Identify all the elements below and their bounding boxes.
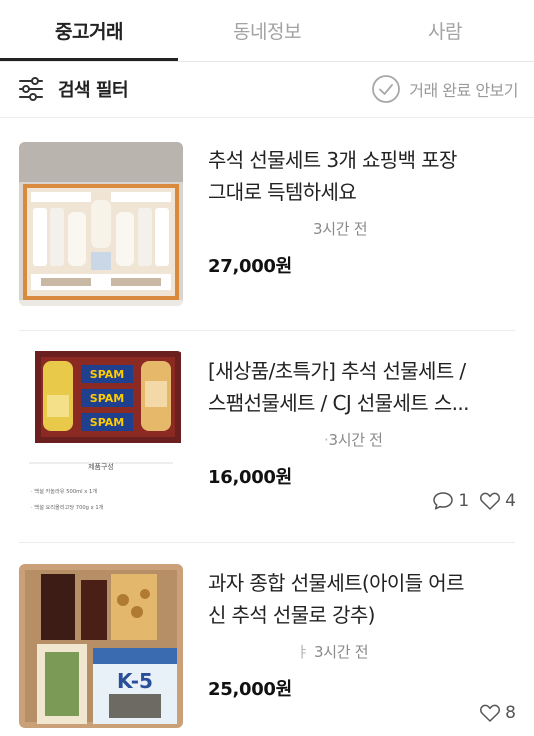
like-count-value: 8 (505, 703, 516, 723)
item-title-line: 그대로 득템하세요 (208, 180, 357, 204)
item-title: 추석 선물세트 3개 쇼핑백 포장 그대로 득템하세요 (208, 144, 518, 208)
tab-label: 동네정보 (233, 21, 301, 43)
item-price: 16,000원 (208, 467, 292, 488)
list-item[interactable]: K-5 과자 종합 선물세트(아이들 어르 신 추석 선물로 강추) ㅑ 3시간… (0, 543, 534, 736)
item-price: 25,000원 (208, 679, 292, 700)
components-line: · 백설 요리올리고당 700g x 1개 (31, 503, 104, 511)
item-time-text: 3시간 전 (328, 431, 383, 449)
tab-label: 사람 (428, 21, 462, 43)
product-thumbnail: SPAM SPAM SPAM 제품구성 · 백설 카놀라유 500ml x 1개… (19, 351, 183, 515)
filter-bar: 검색 필터 거래 완료 안보기 (0, 62, 534, 118)
item-time: ·3시간 전 (324, 429, 383, 450)
like-count-value: 4 (505, 491, 516, 511)
item-title-line: 신 추석 선물로 강추) (208, 603, 375, 627)
spam-brand: SPAM (90, 368, 124, 381)
product-thumbnail (19, 142, 183, 306)
comment-count-value: 1 (458, 491, 470, 511)
search-filter-label: 검색 필터 (58, 80, 129, 101)
item-title-line: [새상품/초특가] 추석 선물세트 / (208, 359, 466, 383)
heart-icon (480, 492, 501, 510)
item-time-text: 3시간 전 (313, 220, 368, 238)
item-title-line: 과자 종합 선물세트(아이들 어르 (208, 571, 464, 595)
tab-neighborhood-info[interactable]: 동네정보 (178, 0, 356, 61)
item-title: 과자 종합 선물세트(아이들 어르 신 추석 선물로 강추) (208, 567, 518, 631)
k5-box-label: K-5 (117, 669, 153, 693)
time-prefix: ㅑ (296, 643, 310, 661)
spam-brand: SPAM (90, 392, 124, 405)
item-stats: 8 (469, 703, 516, 723)
tab-bar: 중고거래 동네정보 사람 (0, 0, 534, 62)
item-stats: 1 4 (422, 491, 516, 511)
like-count: 8 (479, 703, 516, 723)
like-count: 4 (479, 491, 516, 511)
tab-used-trade[interactable]: 중고거래 (0, 0, 178, 61)
item-time: 3시간 전 (313, 218, 368, 239)
item-title: [새상품/초특가] 추석 선물세트 / 스팸선물세트 / CJ 선물세트 스..… (208, 355, 518, 419)
product-thumbnail: K-5 (19, 564, 183, 728)
hide-completed-toggle[interactable]: 거래 완료 안보기 (371, 74, 518, 104)
hide-completed-label: 거래 완료 안보기 (409, 81, 518, 100)
circle-check-icon (371, 74, 401, 104)
components-caption: 제품구성 (88, 462, 114, 471)
tab-people[interactable]: 사람 (356, 0, 534, 61)
components-line: · 백설 카놀라유 500ml x 1개 (31, 487, 97, 495)
item-time: ㅑ 3시간 전 (296, 641, 369, 662)
item-title-line: 추석 선물세트 3개 쇼핑백 포장 (208, 148, 457, 172)
item-time-text: 3시간 전 (313, 643, 369, 661)
spam-brand: SPAM (90, 416, 124, 429)
list-item[interactable]: 추석 선물세트 3개 쇼핑백 포장 그대로 득템하세요 3시간 전 27,000… (0, 118, 534, 331)
comment-count: 1 (432, 491, 469, 511)
item-title-line: 스팸선물세트 / CJ 선물세트 스... (208, 391, 470, 415)
search-filter-button[interactable]: 검색 필터 (18, 76, 129, 102)
chat-bubble-icon (433, 492, 454, 510)
heart-icon (480, 704, 501, 722)
sliders-icon (18, 77, 44, 101)
list-item[interactable]: SPAM SPAM SPAM 제품구성 · 백설 카놀라유 500ml x 1개… (0, 331, 534, 542)
active-tab-indicator (0, 58, 178, 61)
item-price: 27,000원 (208, 256, 292, 277)
tab-label: 중고거래 (55, 21, 123, 43)
